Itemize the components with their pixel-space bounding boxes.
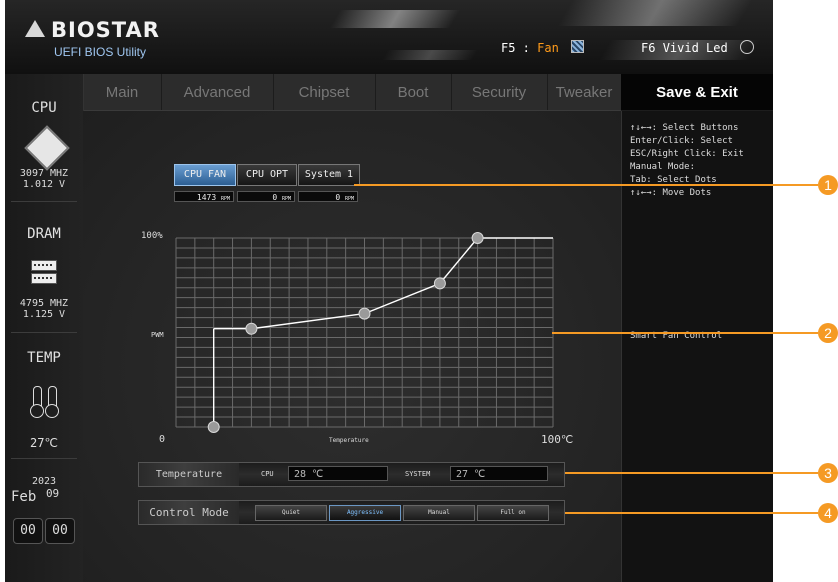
cpu-temp-value: 28 ℃ bbox=[288, 466, 388, 481]
sidebar-divider bbox=[11, 332, 77, 333]
callout-line bbox=[565, 472, 818, 474]
temp-value: 27℃ bbox=[30, 436, 58, 450]
temperature-label: Temperature bbox=[139, 463, 239, 486]
clock-minute: 00 bbox=[45, 518, 75, 544]
hotkey-f6-key: F6 bbox=[641, 41, 656, 55]
date-day: 09 bbox=[45, 487, 60, 500]
main-tabs: Main Advanced Chipset Boot Security Twea… bbox=[83, 74, 621, 111]
callout-badge-4: 4 bbox=[818, 503, 838, 523]
cpu-title: CPU bbox=[31, 100, 57, 116]
y-axis-max-label: 100% bbox=[141, 231, 163, 241]
control-mode-row: Control Mode Quiet Aggressive Manual Ful… bbox=[138, 500, 565, 525]
dram-module-icon bbox=[31, 260, 57, 271]
sidebar-divider bbox=[11, 458, 77, 459]
tab-advanced[interactable]: Advanced bbox=[161, 74, 274, 110]
dram-module-icon bbox=[31, 273, 57, 284]
tab-security[interactable]: Security bbox=[451, 74, 548, 110]
fan-curve-control-point[interactable] bbox=[207, 421, 220, 433]
led-icon bbox=[739, 40, 754, 54]
system-temp-value: 27 ℃ bbox=[450, 466, 548, 481]
sidebar-divider bbox=[11, 201, 77, 202]
x-axis-max-label: 100℃ bbox=[541, 433, 574, 446]
x-axis-min-label: 0 bbox=[159, 434, 166, 445]
help-line: ↑↓←→: Move Dots bbox=[630, 188, 712, 198]
hotkey-f5-label: Fan bbox=[537, 41, 559, 55]
cpu-frequency: 3097 MHZ bbox=[19, 168, 69, 179]
tab-main[interactable]: Main bbox=[83, 74, 162, 110]
status-sidebar: CPU 3097 MHZ 1.012 V DRAM 4795 MHZ 1.125… bbox=[5, 74, 84, 582]
help-line: Enter/Click: Select bbox=[630, 136, 733, 146]
date-month: Feb bbox=[11, 489, 37, 505]
brand-name: BIOSTAR bbox=[51, 18, 160, 42]
callout-line bbox=[552, 332, 818, 334]
date-month-day: Feb 09 bbox=[11, 486, 81, 505]
control-mode-label: Control Mode bbox=[139, 501, 239, 524]
fan-icon bbox=[571, 40, 585, 53]
tab-chipset[interactable]: Chipset bbox=[273, 74, 376, 110]
x-axis-label: Temperature bbox=[329, 437, 369, 444]
fan-curve-control-point[interactable] bbox=[471, 232, 484, 244]
callout-line bbox=[565, 512, 818, 514]
callout-line bbox=[354, 184, 818, 186]
temperature-row: Temperature CPU 28 ℃ SYSTEM 27 ℃ bbox=[138, 462, 565, 487]
mode-full-on-button[interactable]: Full on bbox=[477, 505, 549, 521]
help-line: Manual Mode: bbox=[630, 162, 696, 172]
clock-hour: 00 bbox=[13, 518, 43, 544]
chart-grid bbox=[175, 237, 554, 428]
callout-badge-3: 3 bbox=[818, 463, 838, 483]
y-axis-label: PWM bbox=[151, 331, 164, 339]
tab-tweaker[interactable]: Tweaker bbox=[547, 74, 621, 110]
dram-voltage: 1.125 V bbox=[22, 309, 66, 320]
tab-save-exit[interactable]: Save & Exit bbox=[621, 74, 773, 110]
mode-aggressive-button[interactable]: Aggressive bbox=[329, 505, 401, 521]
system-temp-label: SYSTEM bbox=[405, 470, 431, 478]
help-line: ↑↓←→: Select Buttons bbox=[630, 123, 739, 133]
header-bar: BIOSTAR UEFI BIOS Utility F5 : Fan F6 Vi… bbox=[5, 0, 773, 74]
tab-boot[interactable]: Boot bbox=[375, 74, 452, 110]
fan-curve-chart bbox=[175, 232, 554, 433]
hotkey-f6-vivid-led[interactable]: F6 Vivid Led bbox=[641, 40, 754, 55]
fan-curve-control-point[interactable] bbox=[433, 277, 446, 290]
mode-manual-button[interactable]: Manual bbox=[403, 505, 475, 521]
dram-title: DRAM bbox=[27, 226, 61, 242]
callout-badge-2: 2 bbox=[818, 323, 838, 343]
temp-title: TEMP bbox=[27, 350, 61, 366]
logo-triangle-icon bbox=[25, 20, 45, 37]
hotkey-f5-fan[interactable]: F5 : Fan bbox=[501, 40, 585, 55]
fan-curve-control-point[interactable] bbox=[358, 307, 371, 320]
mode-quiet-button[interactable]: Quiet bbox=[255, 505, 327, 521]
hotkey-f5-key: F5 : bbox=[501, 41, 530, 55]
smart-fan-panel: CPU FAN CPU OPT System 1 1473 RPM 0 RPM … bbox=[83, 111, 621, 582]
screenshot: BIOSTAR UEFI BIOS Utility F5 : Fan F6 Vi… bbox=[0, 0, 838, 582]
hotkey-f6-label: Vivid Led bbox=[662, 41, 728, 55]
help-line: ESC/Right Click: Exit bbox=[630, 149, 744, 159]
callout-badge-1: 1 bbox=[818, 175, 838, 195]
brand-subtitle: UEFI BIOS Utility bbox=[54, 45, 147, 59]
bios-window: BIOSTAR UEFI BIOS Utility F5 : Fan F6 Vi… bbox=[5, 0, 773, 582]
cpu-voltage: 1.012 V bbox=[22, 179, 66, 190]
cpu-chip-icon bbox=[24, 125, 70, 171]
fan-curve-control-point[interactable] bbox=[245, 322, 258, 335]
dram-frequency: 4795 MHZ bbox=[19, 298, 69, 309]
cpu-temp-label: CPU bbox=[261, 470, 274, 478]
